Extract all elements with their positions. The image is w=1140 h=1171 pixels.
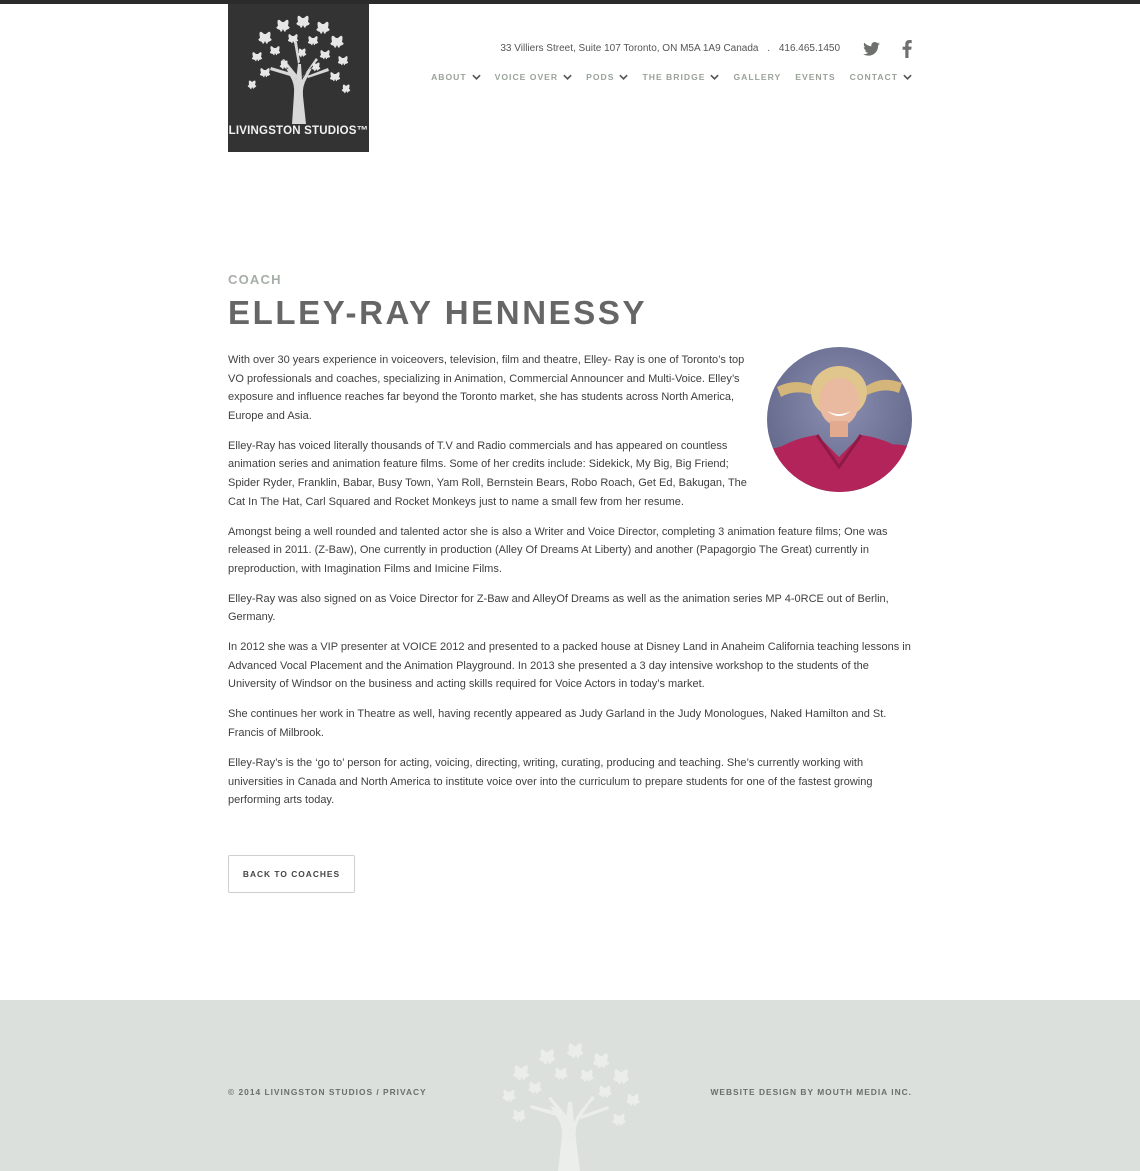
bio-paragraph: Amongst being a well rounded and talente… xyxy=(228,525,888,575)
nav-voice-over[interactable]: VOICE OVER xyxy=(495,72,572,82)
bio-content: With over 30 years experience in voiceov… xyxy=(228,347,912,821)
phone-number[interactable]: 416.465.1450 xyxy=(779,43,840,54)
chevron-down-icon xyxy=(563,74,572,80)
chevron-down-icon xyxy=(471,74,481,80)
bio-paragraph: She continues her work in Theatre as wel… xyxy=(228,708,887,740)
top-bar xyxy=(0,0,1140,4)
nav-events[interactable]: EVENTS xyxy=(795,72,835,82)
facebook-icon[interactable] xyxy=(902,40,912,58)
contact-separator: . xyxy=(767,43,771,54)
nav-events-label: EVENTS xyxy=(795,72,836,82)
bio-paragraph: Elley-Ray was also signed on as Voice Di… xyxy=(228,592,889,624)
contact-info: 33 Villiers Street, Suite 107 Toronto, O… xyxy=(470,43,840,54)
nav-pods-label: PODS xyxy=(586,72,615,82)
logo-text: LIVINGSTON STUDIOS™ xyxy=(228,125,369,137)
footer-copyright: © 2014 LIVINGSTON STUDIOS / PRIVACY xyxy=(228,1087,427,1097)
bio-paragraph: Elley-Ray’s is the ‘go to’ person for ac… xyxy=(228,757,873,807)
page-kicker: COACH xyxy=(228,272,282,287)
bio-paragraph: In 2012 she was a VIP presenter at VOICE… xyxy=(228,641,911,691)
nav-about[interactable]: ABOUT xyxy=(431,72,481,82)
footer-credit[interactable]: WEBSITE DESIGN BY MOUTH MEDIA INC. xyxy=(710,1087,912,1097)
nav-pods[interactable]: PODS xyxy=(586,72,629,82)
nav-gallery[interactable]: GALLERY xyxy=(733,72,781,82)
tree-watermark-icon xyxy=(502,1043,640,1171)
twitter-icon[interactable] xyxy=(863,42,880,56)
chevron-down-icon xyxy=(619,74,629,80)
nav-about-label: ABOUT xyxy=(431,72,467,82)
main-nav: ABOUT VOICE OVER PODS THE BRIDGE GALLERY… xyxy=(417,72,912,82)
nav-contact-label: CONTACT xyxy=(849,72,898,82)
coach-photo xyxy=(767,347,912,492)
address: 33 Villiers Street, Suite 107 Toronto, O… xyxy=(500,43,759,54)
tree-logo-icon xyxy=(247,15,351,124)
nav-contact[interactable]: CONTACT xyxy=(850,72,912,82)
nav-voice-over-label: VOICE OVER xyxy=(494,72,559,82)
footer-divider: / xyxy=(373,1087,384,1097)
back-to-coaches-button[interactable]: BACK TO COACHES xyxy=(228,855,355,893)
copyright-text: © 2014 LIVINGSTON STUDIOS xyxy=(228,1087,374,1097)
chevron-down-icon xyxy=(903,74,912,80)
nav-the-bridge[interactable]: THE BRIDGE xyxy=(642,72,720,82)
privacy-link[interactable]: PRIVACY xyxy=(383,1087,427,1097)
page-title: ELLEY-RAY HENNESSY xyxy=(228,294,648,331)
site-logo[interactable]: LIVINGSTON STUDIOS™ xyxy=(228,4,369,152)
nav-gallery-label: GALLERY xyxy=(733,72,782,82)
footer: © 2014 LIVINGSTON STUDIOS / PRIVACY WEBS… xyxy=(0,1000,1140,1171)
chevron-down-icon xyxy=(710,74,720,80)
nav-the-bridge-label: THE BRIDGE xyxy=(642,72,706,82)
